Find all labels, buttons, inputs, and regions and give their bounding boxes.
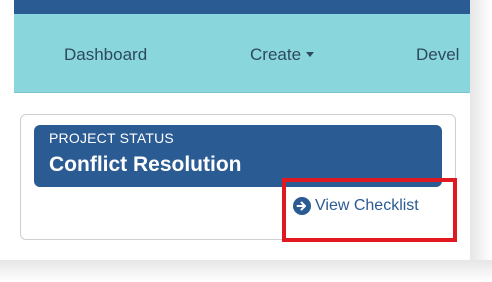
project-status-value: Conflict Resolution (49, 153, 242, 176)
screenshot-frame: Dashboard Create Devel PROJECT STATUS Co… (0, 0, 492, 282)
frame-shadow-right (470, 0, 492, 282)
view-checklist-label: View Checklist (315, 197, 419, 214)
navbar: Dashboard Create Devel (14, 14, 470, 93)
page: Dashboard Create Devel PROJECT STATUS Co… (14, 0, 470, 260)
arrow-circle-right-icon (293, 197, 311, 215)
frame-shadow-bottom (0, 260, 492, 282)
top-bar (14, 0, 470, 14)
view-checklist-link[interactable]: View Checklist (293, 197, 419, 215)
nav-dashboard[interactable]: Dashboard (64, 45, 147, 65)
nav-create-label: Create (250, 45, 302, 64)
project-status-banner: PROJECT STATUS Conflict Resolution (34, 125, 442, 187)
project-status-label: PROJECT STATUS (49, 130, 174, 146)
nav-create[interactable]: Create (250, 45, 315, 65)
project-status-card: PROJECT STATUS Conflict Resolution View … (20, 114, 456, 240)
caret-down-icon (306, 52, 315, 58)
nav-develop[interactable]: Devel (416, 45, 459, 65)
